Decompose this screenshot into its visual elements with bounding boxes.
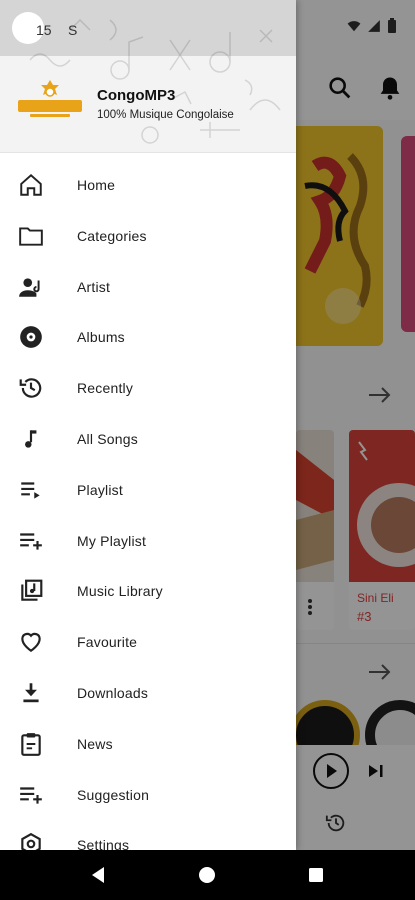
playlist-icon (21, 482, 40, 499)
menu-label: Favourite (77, 634, 138, 651)
menu-label: News (77, 735, 113, 752)
menu-item-news[interactable]: News (0, 719, 296, 770)
menu-item-my-playlist[interactable]: My Playlist (0, 516, 296, 567)
heart-icon (21, 633, 41, 653)
history-icon (19, 378, 42, 398)
music-note-icon (25, 430, 37, 448)
folder-icon (19, 227, 43, 246)
app-logo (18, 80, 82, 117)
app-name: CongoMP3 (97, 87, 176, 104)
menu-item-all-songs[interactable]: All Songs (0, 414, 296, 465)
download-icon (23, 683, 39, 703)
menu-label: Suggestion (77, 786, 150, 803)
news-icon (21, 732, 41, 756)
app-screen: Sini Eli #3 15 S CongoMP3 100% Musique C… (0, 0, 415, 900)
app-subtitle: 100% Musique Congolaise (97, 109, 234, 121)
menu-item-downloads[interactable]: Downloads (0, 668, 296, 719)
menu-label: Playlist (77, 481, 123, 498)
settings-icon (21, 833, 41, 850)
drawer-header: 15 S CongoMP3 100% Musique Congolaise (0, 0, 296, 153)
menu-label: Home (77, 177, 116, 193)
menu-label: My Playlist (77, 532, 147, 549)
menu-item-settings[interactable]: Settings (0, 820, 296, 850)
drawer-menu: Home Categories Artist Albums Recently A… (0, 160, 296, 850)
menu-label: Albums (77, 329, 125, 346)
menu-item-music-library[interactable]: Music Library (0, 566, 296, 617)
menu-item-artist[interactable]: Artist (0, 262, 296, 313)
playlist-add-icon (20, 532, 42, 550)
menu-label: Recently (77, 380, 134, 397)
menu-item-recently[interactable]: Recently (0, 363, 296, 414)
menu-item-albums[interactable]: Albums (0, 312, 296, 363)
menu-label: Categories (77, 227, 147, 244)
system-nav-bar (0, 850, 415, 900)
status-notification-glyph: S (68, 22, 78, 38)
menu-label: Music Library (77, 583, 163, 600)
menu-item-favourite[interactable]: Favourite (0, 617, 296, 668)
home-button-icon[interactable] (195, 863, 219, 887)
menu-item-playlist[interactable]: Playlist (0, 465, 296, 516)
artist-icon (19, 277, 40, 297)
home-icon (20, 173, 42, 196)
menu-item-suggestion[interactable]: Suggestion (0, 770, 296, 821)
menu-label: All Songs (77, 430, 138, 447)
menu-item-categories[interactable]: Categories (0, 211, 296, 262)
recents-icon[interactable] (304, 863, 328, 887)
menu-item-home[interactable]: Home (0, 160, 296, 211)
menu-label: Artist (77, 278, 111, 295)
menu-label: Downloads (77, 684, 149, 701)
library-icon (21, 580, 43, 602)
album-icon (20, 326, 42, 349)
menu-label: Settings (77, 837, 130, 850)
navigation-drawer: 15 S CongoMP3 100% Musique Congolaise Ho… (0, 0, 296, 850)
drawer-status-bar: 15 S (0, 0, 296, 56)
back-icon[interactable] (86, 863, 110, 887)
status-time: 15 (36, 22, 52, 38)
suggestion-icon (20, 786, 42, 804)
